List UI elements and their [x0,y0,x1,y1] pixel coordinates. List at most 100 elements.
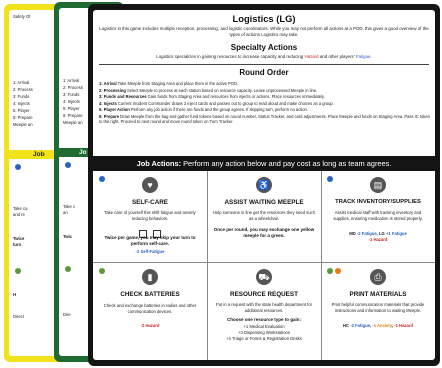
yellow-round-item: 4: Injects [13,101,30,106]
green-dot-icon [327,268,333,274]
job-description: Check and exchange batteries in radios a… [103,303,197,314]
job-resource-request[interactable]: ⛟ RESOURCE REQUEST Put in a request with… [208,263,320,360]
job-rule: Once per round, you may exchange one yel… [213,227,315,238]
job-track-inventory[interactable]: ▤ TRACK INVENTORY/SUPPLIES Assist medica… [322,171,434,262]
cost-role: , LG [376,231,386,236]
green-body-line: an [63,210,68,215]
yellow-round-item: 6: Prepare [13,115,33,120]
round-item-text: Current Incident Commander draws 3 injec… [116,100,334,106]
job-cost: -2 Hazard [140,323,160,328]
job-cost: MD -2 Fatigue, LG +1 Fatigue -1 Hazard [326,231,430,242]
yellow-round-item: 1: Arrival [13,80,30,85]
green-round-item: 4: Injects [63,99,80,104]
yellow-lower-text: Direct [13,314,24,319]
wheelchair-icon: ♿ [256,177,272,193]
job-check-batteries[interactable]: ▮ CHECK BATTERIES Check and exchange bat… [94,263,206,360]
round-item-text: Draw Meeple from the bag and gather fund… [99,113,430,125]
blue-dot-icon [15,164,21,170]
cost-fatigue: -2 Fatigue [356,231,377,236]
yellow-body-line: and re [13,212,25,217]
job-assist-waiting-meeple[interactable]: ♿ ASSIST WAITING MEEPLE Help someone in … [208,171,320,262]
logistics-role-card[interactable]: Logistics (LG) Logistics in this game in… [88,4,440,366]
green-body-line: Take c [63,204,76,209]
round-item: 5: Player Action Perform any job action … [99,107,431,114]
specialty-title: Specialty Actions [230,43,298,52]
green-round-item: 3: Funds [63,92,80,97]
round-item: 3: Funds and Resources Gain funds from S… [99,94,431,101]
resource-option[interactable]: +3 Dispensing Workstations [212,330,316,336]
specialty-hazard: Hazard [304,54,319,59]
cost-fatigue: -2 Fatigue [350,323,370,328]
yellow-round-item: Meeple an [13,122,33,127]
round-item-text: Take Meeple from Staging Area and place … [116,81,239,86]
job-actions-label: Job Actions: [136,159,182,168]
job-description: Put in a request with the state health d… [215,302,313,313]
yellow-lower-label: H [13,292,17,297]
round-item-text: Gain funds from Staging Area and resourc… [146,94,325,100]
round-item-number: 3: Funds and Resources [99,94,147,100]
resource-option[interactable]: +4 Triage or Forms & Registration Desks [212,336,316,342]
job-title: CHECK BATTERIES [120,291,180,298]
job-cost: -2 Self-Fatigue [135,249,165,254]
yellow-round-item: 5: Player [13,108,30,113]
green-job-label: Jo [79,149,87,156]
blue-dot-icon [327,176,333,182]
cost-hazard: -1 Hazard [394,323,414,328]
yellow-round-item: 3: Funds [13,94,30,99]
job-description: Print helpful communication materials th… [331,302,425,313]
blue-dot-icon [99,176,105,182]
specialty-text: Logistics specializes in gaining resourc… [99,54,429,60]
job-actions-instructions: Perform any action below and pay cost as… [181,159,392,168]
round-item: 6: Prepare Draw Meeple from the bag and … [99,114,431,125]
job-description: Assist medical staff with tracking inven… [333,210,423,221]
job-title: SELF-CARE [131,199,169,206]
job-description: Take care of yourself this shift fatigue… [104,210,196,221]
round-item-number: 4: Injects [99,100,117,106]
yellow-body-line: Twice [13,236,25,241]
round-item: 1: Arrival Take Meeple from Staging Area… [99,81,431,88]
yellow-body-line: turn [13,242,22,247]
truck-icon: ⛟ [256,269,272,285]
yellow-job-label: Job [33,151,45,158]
job-title: PRINT MATERIALS [349,291,407,298]
green-lower-text: Dire [63,312,71,317]
job-actions-header: Job Actions: Perform any action below an… [93,156,435,171]
round-item-number: 2: Processing [99,87,126,93]
printer-icon: ⎙ [370,269,386,285]
green-dot-icon [65,266,71,272]
blue-dot-icon [65,162,71,168]
round-item-text: Select Meeple to process at each station… [125,87,318,93]
round-item: 2: Processing Select Meeple to process a… [99,88,431,95]
job-title: ASSIST WAITING MEEPLE [224,199,304,206]
orange-dot-icon [335,268,341,274]
specialty-text-mid: and other players' [318,54,356,59]
job-description: Help someone in line get the resources t… [212,210,316,221]
cost-hazard: -1 Hazard [368,236,388,242]
job-print-materials[interactable]: ⎙ PRINT MATERIALS Print helpful communic… [322,263,434,360]
divider [99,64,429,65]
battery-icon: ▮ [142,269,158,285]
card-description: Logistics in this game includes multiple… [99,26,429,37]
job-self-care[interactable]: ♥ SELF-CARE Take care of yourself this s… [94,171,206,262]
job-title: RESOURCE REQUEST [230,291,298,298]
round-order-list: 1: Arrival Take Meeple from Staging Area… [99,81,431,125]
specialty-text-end: . [370,54,372,59]
yellow-card-top-label: Safety Of [13,14,31,19]
round-order-title: Round Order [239,68,289,77]
yellow-round-item: 2: Process [13,87,33,92]
green-round-item: 6: Prepare [63,113,83,118]
round-item-text: Perform any job action if there are fund… [129,107,308,113]
green-dot-icon [99,268,105,274]
green-body-line: Twic [63,234,72,239]
job-rule: Choose one resource type to gain: [226,317,301,322]
round-item-number: 5: Player Action [99,107,130,113]
job-cost: HC -2 Fatigue, -1 Anxiety, -1 Hazard [326,323,430,329]
specialty-text-pre: Logistics specializes in gaining resourc… [156,54,305,59]
cost-role: MD [349,231,357,236]
cost-anxiety: -1 Anxiety [372,323,392,328]
heart-icon: ♥ [142,177,158,193]
green-dot-icon [15,268,21,274]
round-item-number: 6: Prepare [99,113,120,119]
resource-option[interactable]: +1 Medical Evaluation [212,324,316,330]
green-round-item: 5: Player [63,106,80,111]
